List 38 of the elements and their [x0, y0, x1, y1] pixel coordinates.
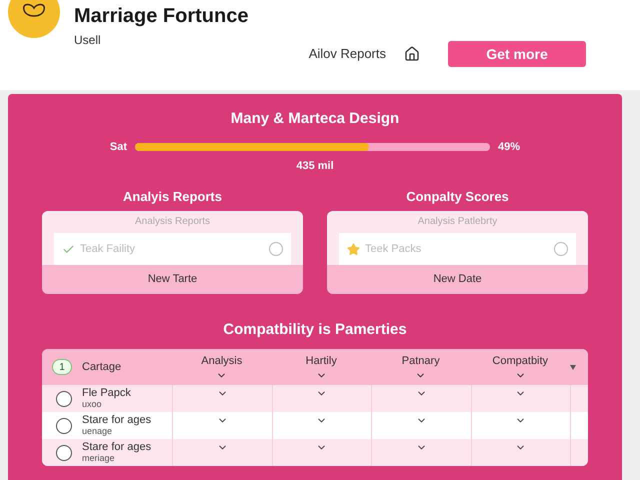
section-heading: Conpalty Scores: [406, 188, 509, 206]
column-header[interactable]: Analysis: [172, 353, 272, 381]
radio-button[interactable]: [554, 242, 568, 256]
column-header[interactable]: Hartily: [272, 353, 371, 381]
progress-caption: 435 mil: [296, 159, 334, 174]
radio-button[interactable]: [269, 242, 283, 256]
number-badge: 1: [52, 359, 72, 375]
progress-label: Sat: [110, 140, 128, 154]
home-icon[interactable]: [404, 46, 420, 62]
option-label: Teak Faility: [80, 242, 136, 257]
logo-icon: [8, 0, 60, 38]
radio-button[interactable]: [56, 444, 72, 460]
card-footer: New Tarte: [148, 271, 198, 288]
option-label: Teek Packs: [365, 242, 422, 257]
card-title: Analysis Patlebrty: [418, 215, 498, 229]
app-subtitle: Usell: [74, 32, 102, 49]
column-header: Cartage: [82, 360, 122, 375]
app-title: Marriage Fortunce: [74, 4, 248, 29]
star-icon: [347, 242, 360, 256]
radio-button[interactable]: [56, 390, 72, 406]
row-sublabel: meriage: [82, 452, 116, 464]
row-sublabel: uxoo: [82, 398, 103, 410]
card-title: Analysis Reports: [134, 215, 210, 229]
panel-title: Many & Marteca Design: [230, 109, 400, 129]
table-title: Compatbility is Pamerties: [223, 320, 407, 340]
column-header[interactable]: Compatbity: [470, 353, 570, 381]
caret-icon[interactable]: [570, 364, 576, 370]
row-label: Stare for ages: [82, 414, 152, 426]
row-label: Stare for ages: [82, 442, 152, 452]
column-header[interactable]: Patnary: [371, 353, 470, 381]
check-icon: [62, 242, 75, 256]
reports-link[interactable]: Ailov Reports: [308, 44, 386, 64]
card-footer: New Date: [433, 271, 482, 288]
section-heading: Analyis Reports: [123, 188, 222, 206]
progress-reading: 49%: [498, 140, 520, 154]
radio-button[interactable]: [56, 418, 72, 434]
row-label: Fle Papck: [82, 388, 131, 398]
row-sublabel: uenage: [82, 426, 114, 436]
